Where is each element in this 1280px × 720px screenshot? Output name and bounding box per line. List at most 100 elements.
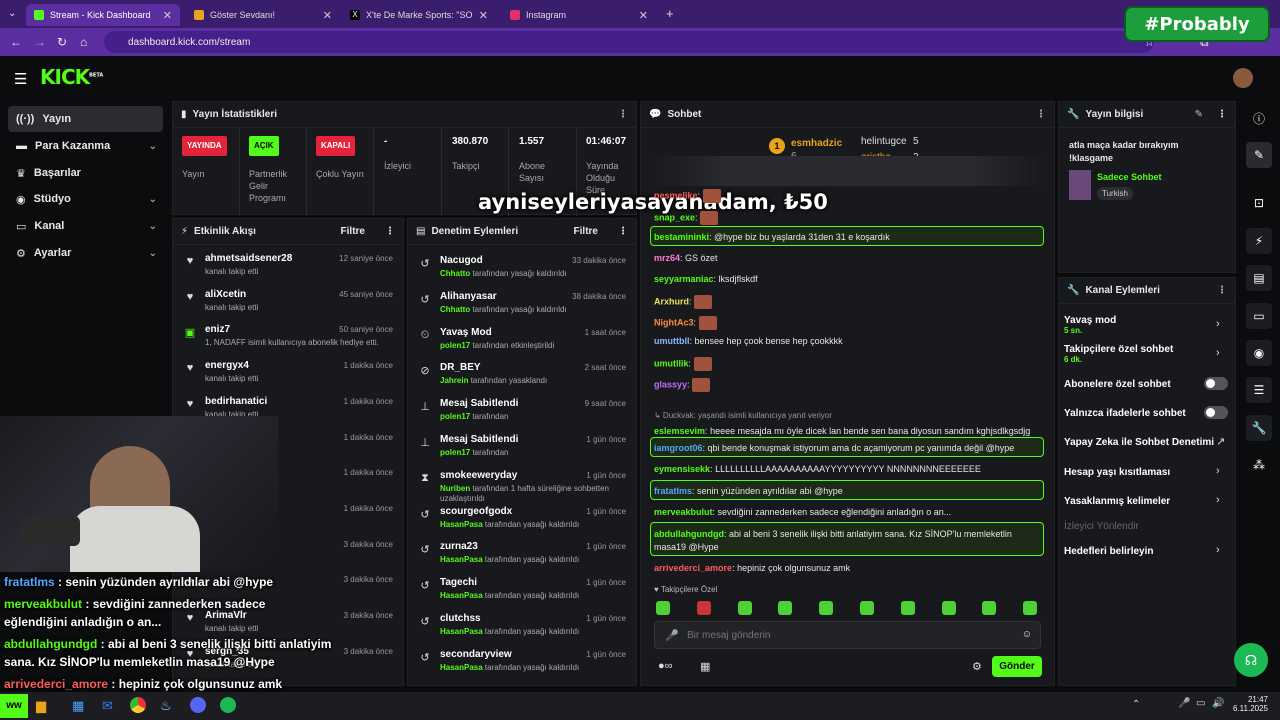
more-options-icon[interactable]: ⋮ — [618, 109, 628, 120]
action-ai-moderation[interactable]: Yapay Zeka ile Sohbet Denetimi — [1064, 437, 1214, 448]
activity-user[interactable]: ArimaVlr — [205, 610, 247, 621]
more-options-icon[interactable]: ⋮ — [618, 226, 628, 237]
moderation-target[interactable]: scourgeofgodx — [440, 506, 512, 517]
mail-icon[interactable]: ✉ — [102, 698, 113, 714]
steam-icon[interactable]: ♨ — [160, 698, 172, 714]
forward-icon[interactable]: → — [34, 35, 46, 49]
moderator-name[interactable]: Chhatto — [440, 305, 470, 314]
kick-emote-icon[interactable] — [1023, 601, 1038, 615]
back-icon[interactable]: ← — [10, 35, 22, 49]
store-icon[interactable]: ▦ — [700, 660, 710, 673]
spotify-icon[interactable] — [220, 697, 236, 713]
chat-username[interactable]: fratatlms — [654, 486, 692, 496]
emoji-icon[interactable]: ☺ — [1022, 629, 1032, 640]
chevron-right-icon[interactable]: › — [1216, 318, 1220, 330]
list-icon[interactable]: ☰ — [1246, 377, 1272, 403]
more-options-icon[interactable]: ⋮ — [385, 226, 395, 237]
chat-username[interactable]: mrz64 — [654, 253, 680, 263]
chevron-right-icon[interactable]: › — [1216, 544, 1220, 556]
send-button[interactable]: Gönder — [992, 656, 1042, 677]
microphone-icon[interactable]: 🎤 — [665, 629, 679, 642]
activity-row[interactable]: ♥ aliXcetin kanalı takip etti 45 saniye önc… — [173, 285, 403, 321]
moderation-target[interactable]: smokeeweryday — [440, 470, 517, 481]
moderator-name[interactable]: Nuriben — [440, 484, 470, 493]
action-follower-only[interactable]: Takipçilere özel sohbet 6 dk. — [1064, 344, 1173, 364]
chat-username[interactable]: snap_exe — [654, 212, 695, 222]
tab-instagram[interactable]: Instagram ✕ — [502, 4, 656, 26]
chrome-icon[interactable] — [130, 697, 146, 713]
kick-logo[interactable]: KICKBETA — [40, 65, 103, 89]
moderator-name[interactable]: Jahrein — [440, 376, 468, 385]
clock[interactable]: 21:47 6.11.2025 — [1232, 695, 1268, 713]
network-icon[interactable]: ▭ — [1196, 698, 1205, 709]
more-options-icon[interactable]: ⋮ — [1217, 285, 1227, 296]
moderation-target[interactable]: DR_BEY — [440, 362, 481, 373]
moderation-target[interactable]: Alihanyasar — [440, 291, 497, 302]
tab-x-marke-sports[interactable]: XX'te De Marke Sports: "SON DA✕ — [342, 4, 496, 26]
action-goals[interactable]: Hedefleri belirleyin — [1064, 546, 1153, 557]
folder-icon[interactable]: ▆ — [36, 698, 46, 714]
action-banned-words[interactable]: Yasaklanmış kelimeler — [1064, 496, 1170, 507]
chevron-right-icon[interactable]: › — [1216, 347, 1220, 359]
moderator-name[interactable]: HasanPasa — [440, 555, 483, 564]
url-input[interactable]: dashboard.kick.com/stream — [104, 31, 1154, 53]
chat-input[interactable]: 🎤 ☺ — [654, 621, 1041, 649]
kick-emote-icon[interactable] — [982, 601, 997, 615]
chat-username[interactable]: Arxhurd — [654, 296, 689, 306]
focus-icon[interactable]: ⊡ — [1246, 190, 1272, 216]
tab-goster-sevdani[interactable]: Göster Sevdanı! ✕ — [186, 4, 340, 26]
new-tab-icon[interactable]: + — [666, 6, 674, 21]
chat-username[interactable]: merveakbulut — [654, 507, 713, 517]
activity-user[interactable]: bedirhanatici — [205, 396, 267, 407]
moderation-target[interactable]: Yavaş Mod — [440, 327, 492, 338]
share-icon[interactable]: ⁂ — [1246, 452, 1272, 478]
document-icon[interactable]: ▤ — [1246, 265, 1272, 291]
chevron-right-icon[interactable]: › — [1216, 494, 1220, 506]
moderator-name[interactable]: HasanPasa — [440, 520, 483, 529]
kick-emote-icon[interactable] — [737, 601, 752, 615]
discord-icon[interactable] — [190, 697, 206, 713]
broadcast-icon[interactable]: ◉ — [1246, 340, 1272, 366]
activity-user[interactable]: eniz7 — [205, 324, 230, 335]
menu-icon[interactable]: ☰ — [14, 70, 27, 88]
close-tab-icon[interactable]: ✕ — [639, 9, 648, 22]
chat-username[interactable]: eymensisekk — [654, 464, 710, 474]
microphone-tray-icon[interactable]: 🎤 — [1178, 698, 1190, 709]
volume-icon[interactable]: 🔊 — [1212, 698, 1224, 709]
chat-settings-icon[interactable]: ⚙ — [972, 660, 982, 673]
chat-username[interactable]: NightAc3 — [654, 317, 694, 327]
activity-user[interactable]: energyx4 — [205, 360, 249, 371]
info-icon[interactable]: ⓘ — [1246, 105, 1272, 131]
activity-row[interactable]: ♥ ahmetsaidsener28 kanalı takip etti 12 san… — [173, 249, 403, 285]
moderator-name[interactable]: polen17 — [440, 341, 470, 350]
activity-user[interactable]: aliXcetin — [205, 289, 246, 300]
kicks-icon[interactable]: ●∞ — [658, 660, 673, 672]
tab-kick-dashboard[interactable]: Stream - Kick Dashboard ✕ — [26, 4, 180, 26]
close-tab-icon[interactable]: ✕ — [163, 9, 172, 22]
chevron-right-icon[interactable]: › — [1216, 465, 1220, 477]
external-link-icon[interactable]: ↗ — [1216, 435, 1225, 448]
activity-user[interactable]: ahmetsaidsener28 — [205, 253, 292, 264]
activity-row[interactable]: ♥ energyx4 kanalı takip etti 1 dakika önce — [173, 356, 403, 392]
chat-username[interactable]: bestamininki — [654, 232, 709, 242]
chat-username[interactable]: glassyy — [654, 379, 687, 389]
chat-icon[interactable]: ▭ — [1246, 303, 1272, 329]
sidebar-item-yayin[interactable]: ((·)) Yayın — [8, 106, 163, 132]
kick-emote-icon[interactable] — [696, 601, 711, 615]
moderator-name[interactable]: HasanPasa — [440, 627, 483, 636]
sidebar-item-ayarlar[interactable]: ⚙ Ayarlar ⌄ — [8, 240, 163, 266]
start-icon[interactable]: ww — [0, 694, 28, 718]
more-options-icon[interactable]: ⋮ — [1217, 109, 1227, 120]
moderator-name[interactable]: Chhatto — [440, 269, 470, 278]
chat-username[interactable]: seyyarmaniac — [654, 274, 714, 284]
avatar[interactable] — [1233, 68, 1253, 88]
wrench-icon[interactable]: 🔧 — [1246, 415, 1272, 441]
sidebar-item-kanal[interactable]: ▭ Kanal ⌄ — [8, 213, 163, 239]
moderation-target[interactable]: clutchss — [440, 613, 481, 624]
kick-emote-icon[interactable] — [860, 601, 874, 615]
moderator-name[interactable]: HasanPasa — [440, 663, 483, 672]
kick-emote-icon[interactable] — [656, 601, 670, 615]
support-headset-icon[interactable]: ☊ — [1234, 643, 1268, 677]
chat-username[interactable]: umutllik — [654, 358, 689, 368]
activity-row[interactable]: ▣ eniz7 1, NADAFF isimli kullanıcıya abone… — [173, 320, 403, 356]
